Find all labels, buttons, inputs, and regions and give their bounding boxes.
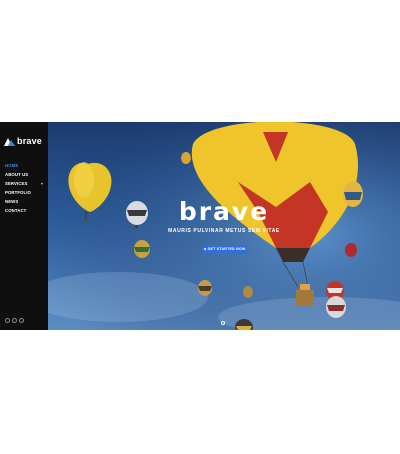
nav-item-portfolio[interactable]: PORTFOLIO (5, 188, 43, 197)
logo[interactable]: brave (4, 136, 42, 146)
logo-mark-icon (4, 137, 15, 146)
nav-item-home[interactable]: HOME (5, 161, 43, 170)
nav-label: NEWS (5, 199, 19, 204)
nav-label: HOME (5, 163, 19, 168)
hero-section: brave MAURIS PULVINAR METUS SEM VITAE GE… (48, 122, 400, 330)
hero-content: brave MAURIS PULVINAR METUS SEM VITAE GE… (48, 122, 400, 330)
nav-label: CONTACT (5, 208, 27, 213)
twitter-icon[interactable] (12, 318, 17, 323)
nav-label: PORTFOLIO (5, 190, 31, 195)
play-icon (203, 248, 206, 251)
website-frame: brave HOME ABOUT US SERVICES ▾ PORTFOLIO … (0, 122, 400, 330)
nav-item-about-us[interactable]: ABOUT US (5, 170, 43, 179)
hero-title: brave (178, 197, 270, 226)
slider-indicator[interactable] (221, 321, 225, 325)
nav-item-contact[interactable]: CONTACT (5, 206, 43, 215)
get-started-button[interactable]: GET STARTED NOW (202, 245, 247, 254)
nav-label: SERVICES (5, 181, 28, 186)
logo-text: brave (17, 136, 43, 146)
nav-item-news[interactable]: NEWS (5, 197, 43, 206)
social-links (5, 318, 24, 323)
facebook-icon[interactable] (5, 318, 10, 323)
nav-item-services[interactable]: SERVICES ▾ (5, 179, 43, 188)
nav-label: ABOUT US (5, 172, 29, 177)
main-menu: HOME ABOUT US SERVICES ▾ PORTFOLIO NEWS C… (5, 161, 43, 215)
chevron-down-icon: ▾ (40, 181, 43, 186)
cta-label: GET STARTED NOW (207, 247, 246, 251)
instagram-icon[interactable] (19, 318, 24, 323)
hero-subtitle: MAURIS PULVINAR METUS SEM VITAE (168, 228, 280, 234)
sidebar: brave HOME ABOUT US SERVICES ▾ PORTFOLIO … (0, 122, 48, 330)
